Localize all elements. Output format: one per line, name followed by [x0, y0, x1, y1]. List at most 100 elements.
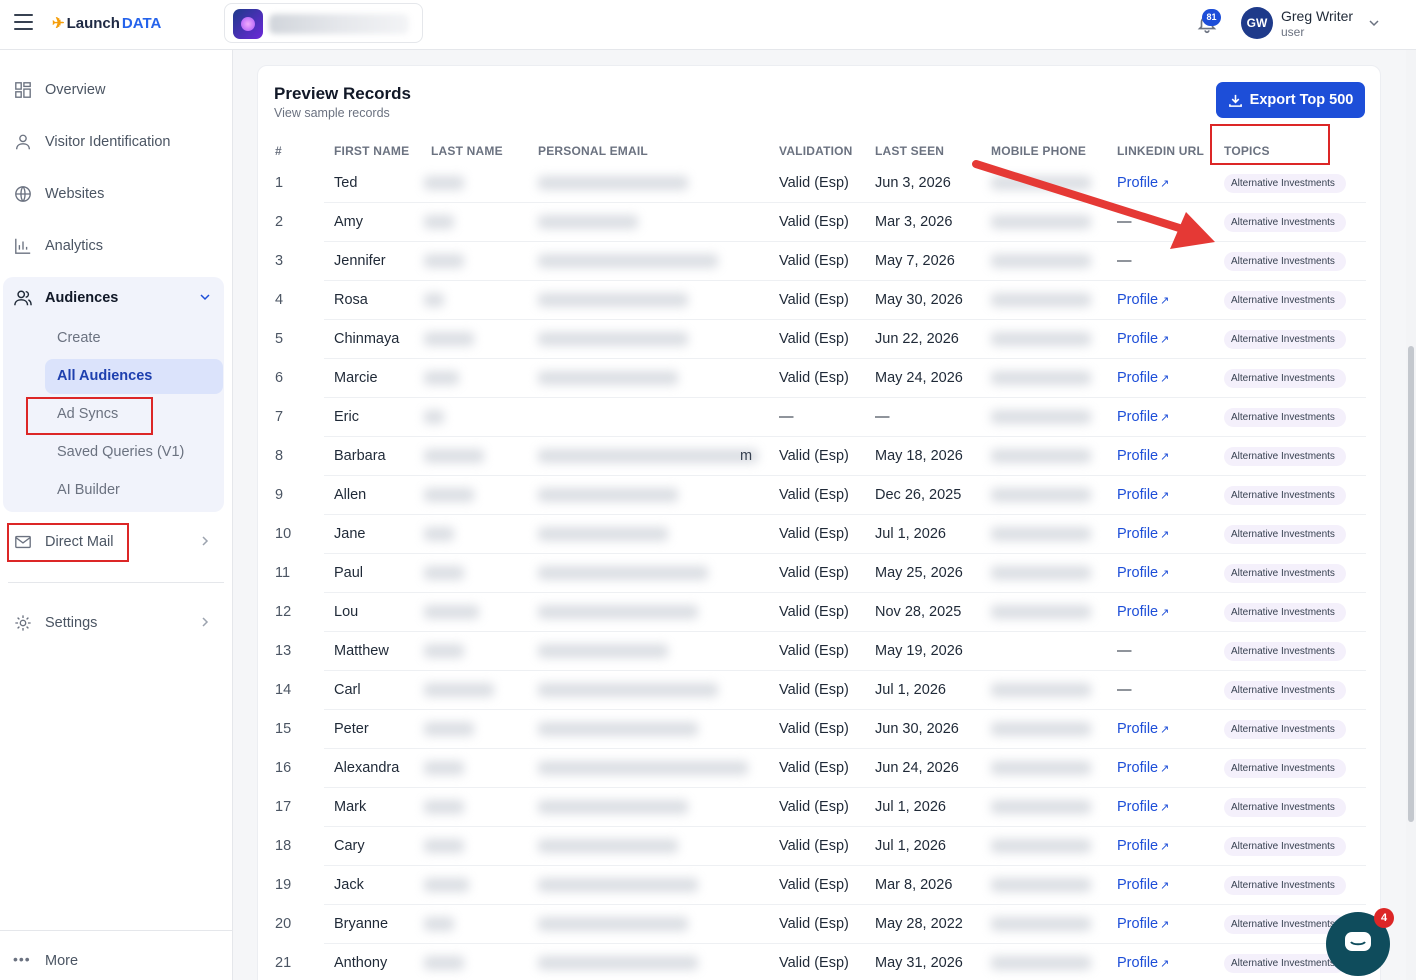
- column-header-last-name[interactable]: LAST NAME: [431, 144, 503, 158]
- sidebar-subitem-ai-builder[interactable]: AI Builder: [45, 473, 223, 508]
- first-name-cell: Matthew: [334, 643, 389, 659]
- sidebar-subitem-create[interactable]: Create: [45, 321, 223, 356]
- mobile-phone-redacted: [991, 683, 1091, 697]
- linkedin-profile-link[interactable]: Profile ↗: [1117, 877, 1169, 893]
- topic-badge: Alternative Investments: [1224, 798, 1346, 817]
- sidebar-item-websites[interactable]: Websites: [8, 175, 224, 213]
- last-name-redacted: [424, 917, 454, 931]
- external-link-icon: ↗: [1160, 841, 1170, 853]
- export-button[interactable]: Export Top 500: [1216, 82, 1365, 118]
- mobile-phone-redacted: [991, 488, 1091, 502]
- linkedin-profile-link[interactable]: Profile ↗: [1117, 916, 1169, 932]
- chevron-down-icon[interactable]: [1368, 17, 1380, 29]
- table-row: 7 Eric — — Profile ↗ Alternative Investments: [274, 398, 1366, 437]
- mobile-phone-redacted: [991, 605, 1091, 619]
- mobile-phone-redacted: [991, 761, 1091, 775]
- linkedin-profile-label: Profile: [1117, 448, 1159, 464]
- menu-icon[interactable]: [14, 14, 33, 30]
- app-logo[interactable]: ✈ Launch DATA: [52, 14, 161, 33]
- linkedin-profile-link[interactable]: Profile ↗: [1117, 604, 1169, 620]
- last-seen-cell: Jun 3, 2026: [875, 175, 951, 191]
- table-row: 19 Jack Valid (Esp) Mar 8, 2026 Profile ↗ Alte…: [274, 866, 1366, 905]
- linkedin-profile-link[interactable]: Profile ↗: [1117, 955, 1169, 971]
- column-header-index[interactable]: #: [275, 144, 282, 158]
- scroll-thumb[interactable]: [1408, 346, 1414, 822]
- linkedin-profile-link[interactable]: Profile ↗: [1117, 760, 1169, 776]
- external-link-icon: ↗: [1160, 607, 1170, 619]
- topic-badge: Alternative Investments: [1224, 681, 1346, 700]
- sidebar-item-label: Audiences: [45, 290, 119, 306]
- column-header-last-seen[interactable]: LAST SEEN: [875, 144, 944, 158]
- linkedin-profile-link[interactable]: Profile ↗: [1117, 799, 1169, 815]
- scrollbar[interactable]: [1406, 50, 1416, 980]
- card-title: Preview Records: [274, 84, 412, 103]
- top-bar: ✈ Launch DATA 81 GW Greg Writer user: [0, 0, 1416, 50]
- mobile-phone-redacted: [991, 839, 1091, 853]
- table-row: 11 Paul Valid (Esp) May 25, 2026 Profile ↗ Alt…: [274, 554, 1366, 593]
- sidebar-item-audiences[interactable]: Audiences: [8, 279, 224, 317]
- sidebar-item-more[interactable]: ••• More: [8, 942, 224, 980]
- linkedin-profile-link[interactable]: Profile ↗: [1117, 721, 1169, 737]
- mobile-phone-redacted: [991, 566, 1091, 580]
- email-redacted: [538, 332, 688, 346]
- last-name-redacted: [424, 722, 474, 736]
- sidebar-subitem-label: Create: [57, 330, 101, 346]
- first-name-cell: Paul: [334, 565, 364, 581]
- sidebar-subitem-saved-queries[interactable]: Saved Queries (V1): [45, 435, 223, 470]
- sidebar-item-analytics[interactable]: Analytics: [8, 227, 224, 265]
- linkedin-profile-link[interactable]: Profile ↗: [1117, 448, 1169, 464]
- first-name-cell: Chinmaya: [334, 331, 400, 347]
- linkedin-profile-link[interactable]: Profile ↗: [1117, 565, 1169, 581]
- last-name-redacted: [424, 293, 444, 307]
- column-header-personal-email[interactable]: PERSONAL EMAIL: [538, 144, 648, 158]
- email-redacted: [538, 566, 708, 580]
- sidebar-item-label: Analytics: [45, 238, 104, 254]
- avatar[interactable]: GW: [1241, 7, 1273, 39]
- grid-icon: [15, 82, 31, 98]
- linkedin-profile-link[interactable]: Profile ↗: [1117, 838, 1169, 854]
- linkedin-profile-link[interactable]: Profile ↗: [1117, 409, 1169, 425]
- row-index: 3: [275, 253, 284, 269]
- topic-badge: Alternative Investments: [1224, 213, 1346, 232]
- topic-badge: Alternative Investments: [1224, 837, 1346, 856]
- topic-badge: Alternative Investments: [1224, 954, 1346, 973]
- last-name-redacted: [424, 683, 494, 697]
- external-link-icon: ↗: [1160, 802, 1170, 814]
- topic-badge: Alternative Investments: [1224, 642, 1346, 661]
- column-header-first-name[interactable]: FIRST NAME: [334, 144, 409, 158]
- validation-cell: —: [779, 409, 794, 425]
- first-name-cell: Lou: [334, 604, 359, 620]
- mobile-phone-redacted: [991, 722, 1091, 736]
- linkedin-profile-link[interactable]: Profile ↗: [1117, 292, 1169, 308]
- user-name[interactable]: Greg Writer: [1281, 8, 1353, 24]
- users-icon: [14, 290, 32, 306]
- mobile-phone-redacted: [991, 917, 1091, 931]
- email-redacted: [538, 449, 758, 463]
- last-name-redacted: [424, 488, 474, 502]
- user-role: user: [1281, 25, 1305, 39]
- sidebar-item-settings[interactable]: Settings: [8, 604, 224, 642]
- linkedin-profile-link[interactable]: Profile ↗: [1117, 370, 1169, 386]
- linkedin-profile-link[interactable]: Profile ↗: [1117, 487, 1169, 503]
- linkedin-empty: —: [1117, 682, 1132, 698]
- sidebar-item-visitor-identification[interactable]: Visitor Identification: [8, 123, 224, 161]
- linkedin-profile-link[interactable]: Profile ↗: [1117, 526, 1169, 542]
- linkedin-profile-label: Profile: [1117, 409, 1159, 425]
- row-index: 9: [275, 487, 284, 503]
- linkedin-profile-label: Profile: [1117, 799, 1159, 815]
- sidebar-subitem-all-audiences[interactable]: All Audiences: [45, 359, 223, 394]
- first-name-cell: Amy: [334, 214, 363, 230]
- table-row: 5 Chinmaya Valid (Esp) Jun 22, 2026 Profile ↗…: [274, 320, 1366, 359]
- linkedin-profile-link[interactable]: Profile ↗: [1117, 331, 1169, 347]
- sidebar-divider: [8, 582, 224, 583]
- workspace-avatar-icon: [233, 9, 263, 39]
- first-name-cell: Cary: [334, 838, 365, 854]
- first-name-cell: Peter: [334, 721, 369, 737]
- workspace-selector[interactable]: [224, 3, 423, 43]
- user-icon: [16, 134, 30, 150]
- column-header-validation[interactable]: VALIDATION: [779, 144, 853, 158]
- topic-badge: Alternative Investments: [1224, 408, 1346, 427]
- topic-badge: Alternative Investments: [1224, 486, 1346, 505]
- sidebar-item-overview[interactable]: Overview: [8, 71, 224, 109]
- download-icon: [1228, 94, 1242, 107]
